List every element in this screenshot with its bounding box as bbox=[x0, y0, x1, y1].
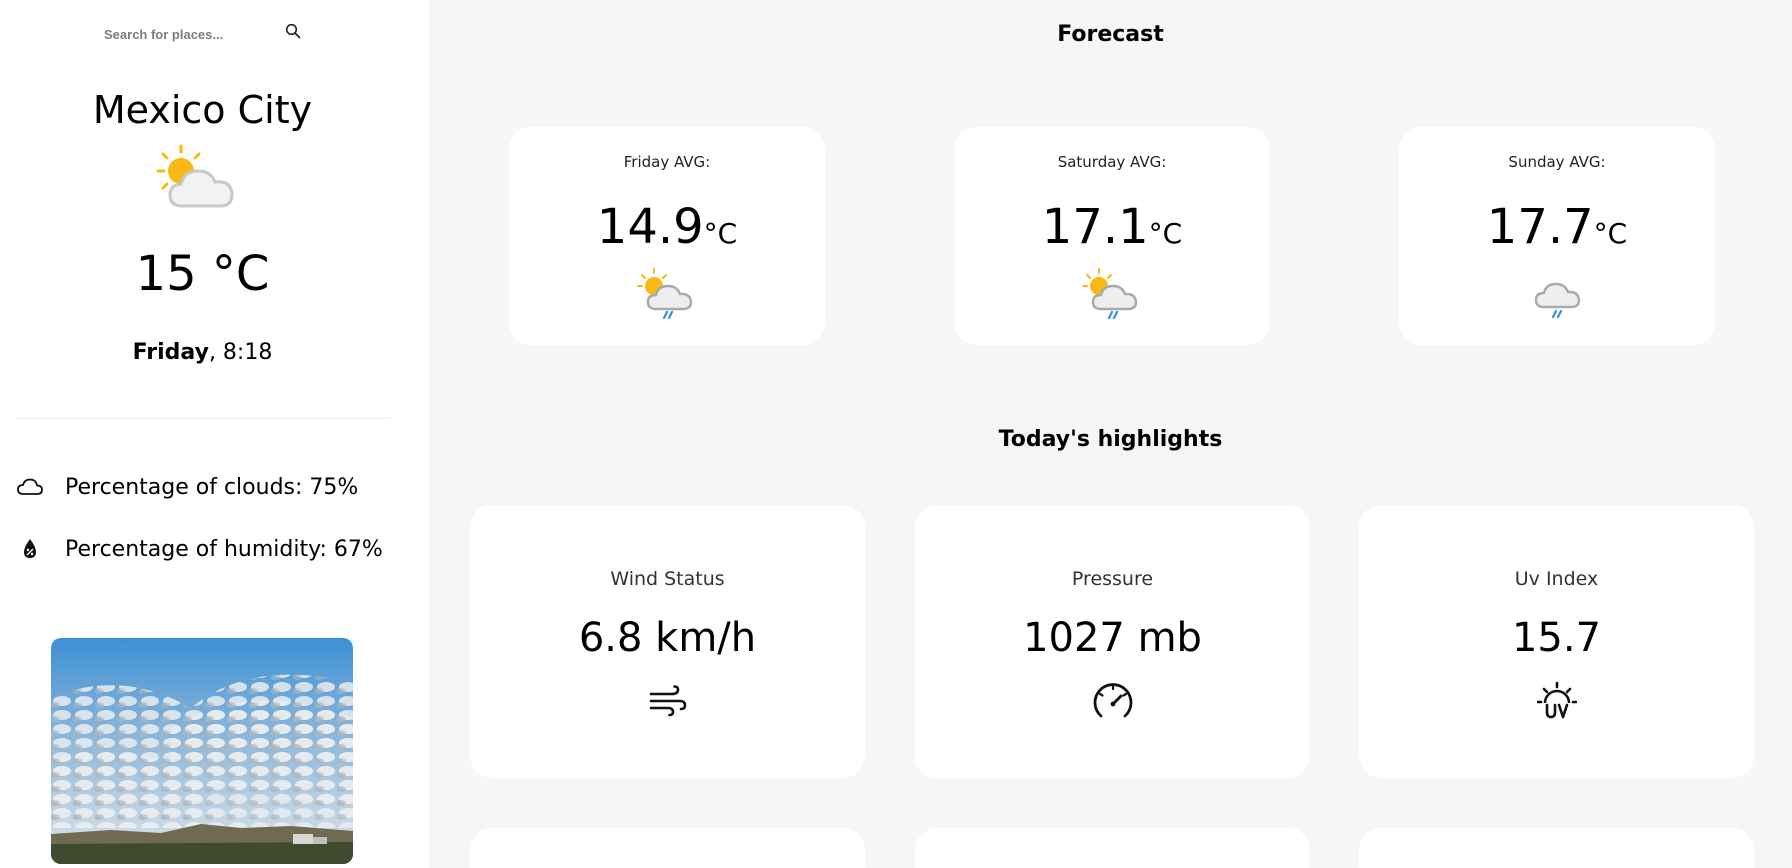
highlight-card-bottom bbox=[470, 828, 865, 868]
forecast-temp-unit: °C bbox=[1593, 217, 1628, 250]
cloud-icon bbox=[14, 471, 46, 503]
highlight-value: 1027 mb bbox=[1023, 615, 1202, 661]
forecast-temp-value: 14.9 bbox=[596, 199, 704, 255]
forecast-card-friday: Friday AVG: 14.9°C bbox=[509, 127, 825, 345]
forecast-temp-unit: °C bbox=[1148, 217, 1183, 250]
forecast-temperature: 17.1°C bbox=[954, 199, 1270, 255]
highlights-title: Today's highlights bbox=[998, 427, 1223, 452]
gauge-icon bbox=[1091, 679, 1135, 723]
uv-index-card: Uv Index 15.7 bbox=[1359, 505, 1754, 778]
forecast-day-label: Saturday AVG: bbox=[1057, 153, 1167, 171]
humidity-drop-icon bbox=[14, 533, 46, 565]
forecast-title: Forecast bbox=[1057, 22, 1164, 47]
sidebar: Mexico City 15 °C Friday, 8:18 Percentag… bbox=[0, 0, 429, 868]
forecast-day-label: Sunday AVG: bbox=[1508, 153, 1606, 171]
current-temperature: 15 °C bbox=[135, 246, 270, 302]
wind-status-card: Wind Status 6.8 km/h bbox=[470, 505, 865, 778]
search-button[interactable] bbox=[280, 18, 306, 44]
search-icon bbox=[285, 23, 301, 39]
sun-cloud-rain-icon bbox=[637, 268, 693, 319]
highlight-value: 15.7 bbox=[1511, 615, 1602, 661]
sidebar-divider bbox=[16, 418, 390, 419]
forecast-temperature: 17.7°C bbox=[1399, 199, 1715, 255]
search-bar bbox=[104, 18, 304, 48]
city-name: Mexico City bbox=[92, 88, 313, 132]
current-day-time: Friday, 8:18 bbox=[0, 340, 405, 365]
cloud-rain-icon bbox=[1534, 282, 1581, 319]
wind-icon bbox=[646, 679, 690, 723]
clouds-percentage: Percentage of clouds: 75% bbox=[65, 474, 359, 500]
search-input[interactable] bbox=[104, 22, 264, 46]
forecast-day-label: Friday AVG: bbox=[623, 153, 711, 171]
uv-index-icon bbox=[1535, 679, 1579, 723]
partly-cloudy-icon bbox=[156, 144, 234, 208]
humidity-stat: Percentage of humidity: 67% bbox=[14, 533, 383, 565]
current-time: , 8:18 bbox=[208, 340, 273, 365]
pressure-card: Pressure 1027 mb bbox=[915, 505, 1310, 778]
forecast-card-sunday: Sunday AVG: 17.7°C bbox=[1399, 127, 1715, 345]
forecast-temperature: 14.9°C bbox=[509, 199, 825, 255]
highlight-label: Pressure bbox=[1071, 568, 1154, 590]
forecast-temp-unit: °C bbox=[703, 217, 738, 250]
sky-photo bbox=[51, 638, 353, 864]
sun-cloud-rain-icon bbox=[1082, 268, 1138, 319]
highlight-label: Wind Status bbox=[610, 568, 725, 590]
current-day: Friday bbox=[132, 340, 209, 365]
humidity-percentage: Percentage of humidity: 67% bbox=[65, 536, 383, 562]
highlight-card-bottom bbox=[915, 828, 1310, 868]
forecast-temp-value: 17.7 bbox=[1486, 199, 1594, 255]
clouds-stat: Percentage of clouds: 75% bbox=[14, 471, 358, 503]
forecast-card-saturday: Saturday AVG: 17.1°C bbox=[954, 127, 1270, 345]
highlight-card-bottom bbox=[1359, 828, 1754, 868]
highlight-value: 6.8 km/h bbox=[578, 615, 757, 661]
highlight-label: Uv Index bbox=[1514, 568, 1599, 590]
forecast-temp-value: 17.1 bbox=[1041, 199, 1149, 255]
